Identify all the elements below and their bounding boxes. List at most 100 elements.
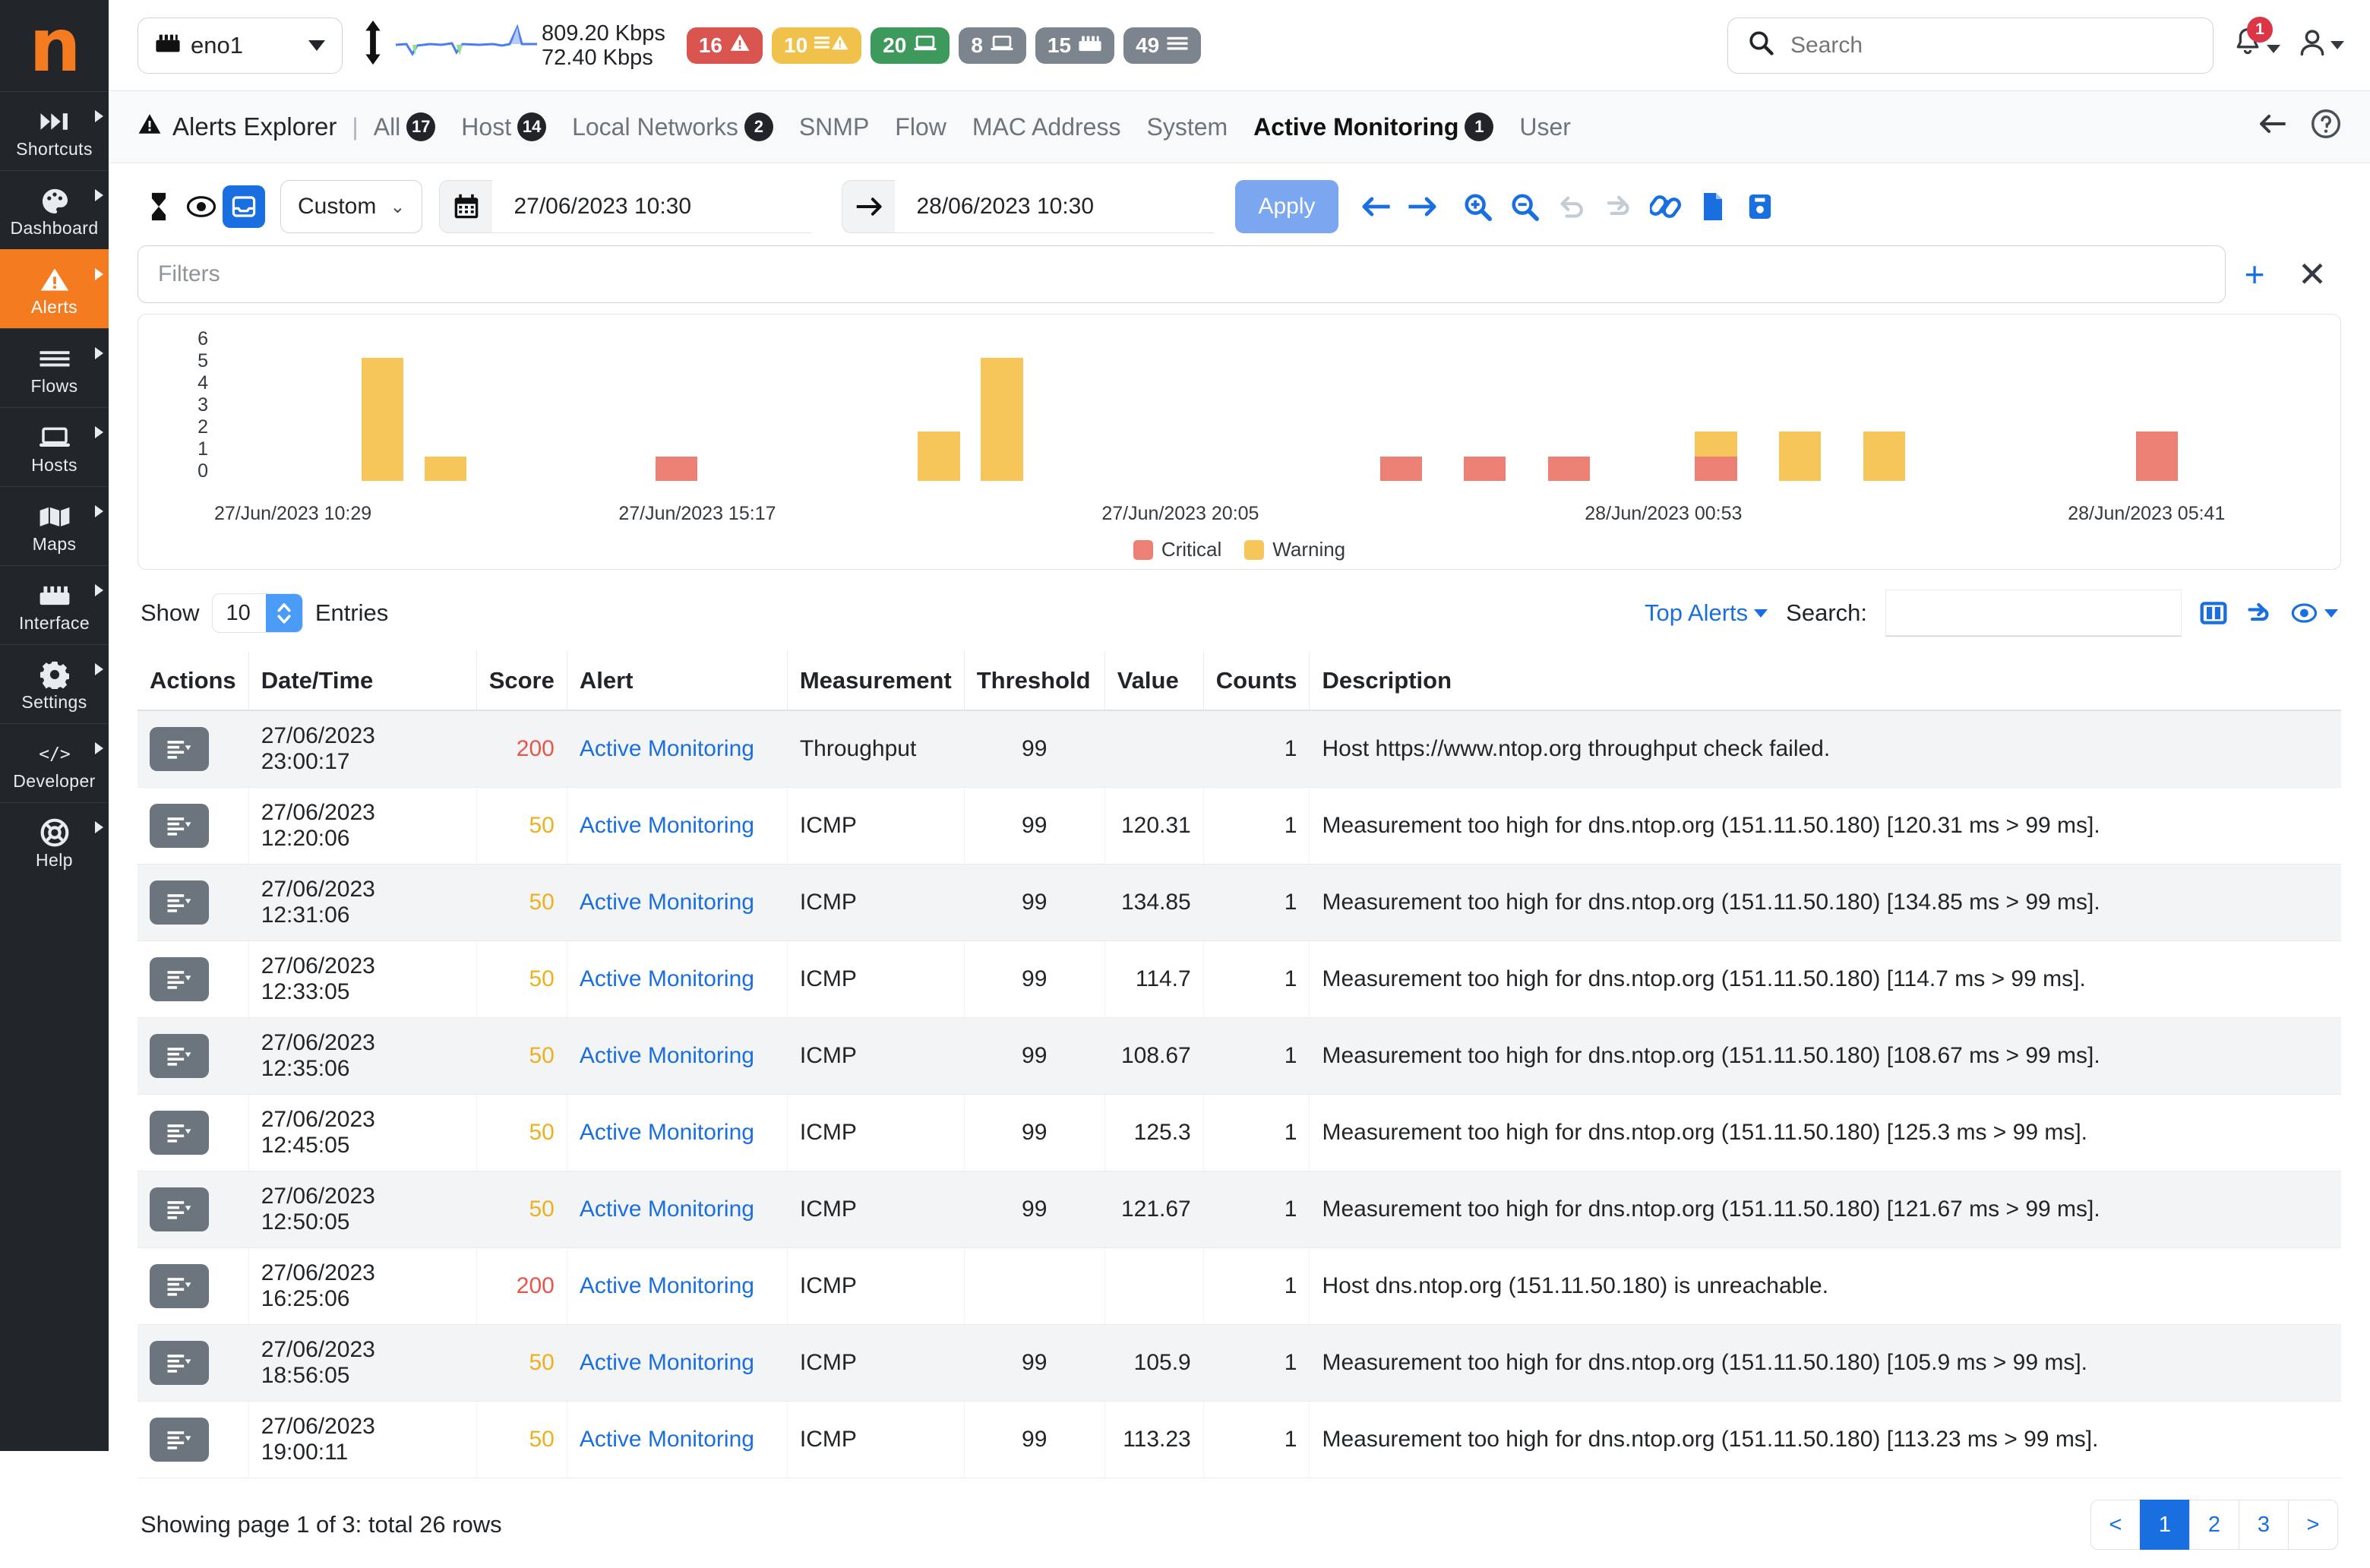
- column-header[interactable]: Value: [1104, 652, 1204, 711]
- chart-bar[interactable]: [361, 357, 403, 481]
- back-arrow-icon[interactable]: [2258, 113, 2288, 141]
- column-header[interactable]: Counts: [1203, 652, 1310, 711]
- alert-link[interactable]: Active Monitoring: [580, 1043, 754, 1068]
- page-button[interactable]: 3: [2239, 1500, 2289, 1550]
- chart-bar[interactable]: [1695, 432, 1737, 481]
- alert-link[interactable]: Active Monitoring: [580, 966, 754, 991]
- link-icon[interactable]: [1642, 183, 1689, 230]
- alert-link[interactable]: Active Monitoring: [580, 736, 754, 761]
- columns-toggle-icon[interactable]: [2200, 599, 2227, 627]
- tab-mac-address[interactable]: MAC Address: [972, 113, 1121, 141]
- tab-snmp[interactable]: SNMP: [799, 113, 869, 141]
- user-menu-button[interactable]: [2297, 27, 2344, 64]
- redo-refresh-icon[interactable]: [1595, 183, 1642, 230]
- row-actions-button[interactable]: [150, 727, 209, 771]
- alert-link[interactable]: Active Monitoring: [580, 1350, 754, 1375]
- calendar-icon[interactable]: [439, 180, 493, 233]
- interface-selector[interactable]: eno1: [137, 17, 343, 74]
- status-badge[interactable]: 10: [772, 27, 862, 64]
- row-actions-button[interactable]: [150, 1111, 209, 1155]
- row-actions-button[interactable]: [150, 957, 209, 1001]
- row-actions-button[interactable]: [150, 804, 209, 848]
- sidebar-item-dashboard[interactable]: Dashboard: [0, 170, 109, 249]
- table-row[interactable]: 27/06/2023 12:45:05 50 Active Monitoring IC…: [137, 1094, 2341, 1171]
- sidebar-item-hosts[interactable]: Hosts: [0, 407, 109, 486]
- sidebar-item-alerts[interactable]: Alerts: [0, 249, 109, 328]
- status-badge[interactable]: 49: [1123, 27, 1202, 64]
- sidebar-item-maps[interactable]: Maps: [0, 486, 109, 565]
- filters-input[interactable]: Filters: [137, 245, 2226, 303]
- column-header[interactable]: Threshold: [964, 652, 1105, 711]
- hourglass-button[interactable]: [137, 185, 180, 228]
- sidebar-item-shortcuts[interactable]: Shortcuts: [0, 91, 109, 170]
- tab-user[interactable]: User: [1519, 113, 1571, 141]
- tab-active-monitoring[interactable]: Active Monitoring 1: [1253, 112, 1494, 141]
- file-export-icon[interactable]: [1689, 183, 1736, 230]
- table-row[interactable]: 27/06/2023 12:33:05 50 Active Monitoring IC…: [137, 940, 2341, 1018]
- alert-link[interactable]: Active Monitoring: [580, 1427, 754, 1452]
- date-to-input[interactable]: 28/06/2023 10:30: [895, 180, 1215, 233]
- column-header[interactable]: Measurement: [787, 652, 965, 711]
- table-row[interactable]: 27/06/2023 12:35:06 50 Active Monitoring IC…: [137, 1017, 2341, 1095]
- row-actions-button[interactable]: [150, 1341, 209, 1385]
- table-row[interactable]: 27/06/2023 16:25:06 200 Active Monitoring I…: [137, 1247, 2341, 1325]
- tab-all[interactable]: All 17: [374, 112, 436, 141]
- row-actions-button[interactable]: [150, 1187, 209, 1231]
- top-alerts-dropdown[interactable]: Top Alerts: [1645, 599, 1768, 627]
- chart-bar[interactable]: [981, 357, 1023, 481]
- ntopng-logo[interactable]: n: [0, 0, 109, 91]
- page-button[interactable]: <: [2090, 1500, 2141, 1550]
- global-search[interactable]: [1727, 17, 2214, 74]
- row-actions-button[interactable]: [150, 880, 209, 925]
- chart-bar[interactable]: [918, 432, 960, 481]
- status-badge[interactable]: 20: [871, 27, 950, 64]
- sidebar-item-interface[interactable]: Interface: [0, 565, 109, 644]
- table-row[interactable]: 27/06/2023 19:00:11 50 Active Monitoring IC…: [137, 1401, 2341, 1478]
- row-actions-button[interactable]: [150, 1264, 209, 1308]
- chart-bar[interactable]: [655, 456, 697, 481]
- table-row[interactable]: 27/06/2023 12:20:06 50 Active Monitoring IC…: [137, 787, 2341, 865]
- column-header[interactable]: Score: [476, 652, 567, 711]
- column-header[interactable]: Description: [1309, 652, 2341, 711]
- alert-link[interactable]: Active Monitoring: [580, 1120, 754, 1145]
- row-actions-button[interactable]: [150, 1034, 209, 1078]
- search-input[interactable]: [1789, 31, 2193, 59]
- chart-bar[interactable]: [1778, 432, 1822, 481]
- chart-bar[interactable]: [1863, 432, 1905, 481]
- tab-local-networks[interactable]: Local Networks 2: [572, 112, 773, 141]
- zoom-out-icon[interactable]: [1501, 183, 1548, 230]
- column-header[interactable]: Actions: [137, 652, 249, 711]
- eye-visibility-button[interactable]: [180, 185, 223, 228]
- inbox-button[interactable]: [223, 185, 265, 228]
- alert-link[interactable]: Active Monitoring: [580, 890, 754, 915]
- sidebar-item-help[interactable]: Help: [0, 802, 109, 881]
- legend-item[interactable]: Critical: [1133, 538, 1221, 561]
- zoom-in-icon[interactable]: [1454, 183, 1501, 230]
- notifications-button[interactable]: 1: [2233, 16, 2280, 64]
- page-button[interactable]: >: [2288, 1500, 2338, 1550]
- status-badge[interactable]: 15: [1035, 27, 1115, 64]
- chart-bar[interactable]: [2135, 432, 2179, 481]
- alert-link[interactable]: Active Monitoring: [580, 1273, 754, 1298]
- help-circle-icon[interactable]: [2311, 109, 2341, 145]
- visibility-dropdown-icon[interactable]: [2291, 602, 2338, 624]
- status-badge[interactable]: 16: [686, 27, 763, 64]
- table-row[interactable]: 27/06/2023 18:56:05 50 Active Monitoring IC…: [137, 1324, 2341, 1402]
- column-header[interactable]: Date/Time: [248, 652, 477, 711]
- tab-flow[interactable]: Flow: [895, 113, 946, 141]
- page-button[interactable]: 2: [2189, 1500, 2239, 1550]
- chart-bar[interactable]: [1464, 456, 1506, 481]
- chart-bar[interactable]: [1379, 456, 1422, 481]
- row-actions-button[interactable]: [150, 1418, 209, 1462]
- table-row[interactable]: 27/06/2023 12:31:06 50 Active Monitoring IC…: [137, 864, 2341, 941]
- sidebar-item-developer[interactable]: </> Developer: [0, 723, 109, 802]
- add-filter-icon[interactable]: +: [2226, 254, 2283, 295]
- sidebar-item-settings[interactable]: Settings: [0, 644, 109, 723]
- apply-button[interactable]: Apply: [1235, 180, 1338, 233]
- chart-bar[interactable]: [1547, 456, 1591, 481]
- column-header[interactable]: Alert: [567, 652, 788, 711]
- time-preset-select[interactable]: Custom ⌄: [280, 180, 423, 233]
- sidebar-item-flows[interactable]: Flows: [0, 328, 109, 407]
- status-badge[interactable]: 8: [959, 27, 1026, 64]
- alert-link[interactable]: Active Monitoring: [580, 813, 754, 838]
